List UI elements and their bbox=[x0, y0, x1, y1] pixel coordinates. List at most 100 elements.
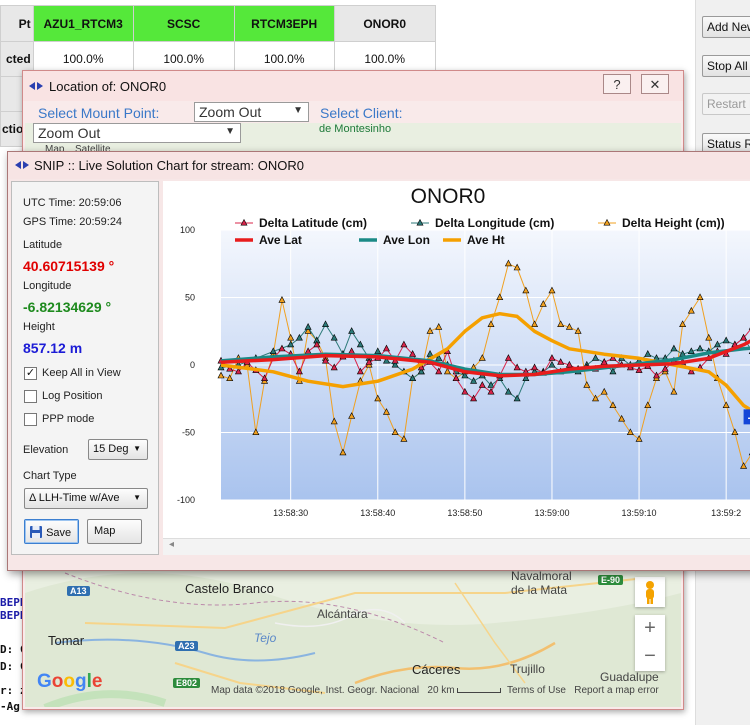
x-tick-label: 13:59:2 bbox=[711, 508, 741, 518]
ppp-mode-checkbox[interactable] bbox=[24, 413, 37, 426]
map-place-label: Cáceres bbox=[412, 662, 461, 677]
snip-logo-icon bbox=[15, 159, 31, 171]
select-client-label: Select Client: bbox=[320, 105, 403, 121]
legend-label: Ave Lon bbox=[383, 233, 430, 247]
keep-all-in-view-label: Keep All in View bbox=[42, 367, 121, 379]
legend-marker bbox=[603, 218, 611, 226]
x-tick-label: 13:58:30 bbox=[273, 508, 308, 518]
chart-horizontal-scrollbar[interactable]: ◂ bbox=[163, 538, 750, 555]
y-tick-label: 0 bbox=[190, 360, 195, 370]
elevation-select[interactable]: 15 Deg ▼ bbox=[88, 439, 148, 460]
add-new-button[interactable]: Add New bbox=[702, 16, 750, 38]
stop-all-button[interactable]: Stop All S bbox=[702, 55, 750, 77]
select-value: Δ LLH-Time w/Ave bbox=[29, 492, 120, 504]
map-place-label: Tomar bbox=[48, 633, 85, 648]
road-badge: A13 bbox=[67, 586, 90, 596]
select-value: 15 Deg bbox=[93, 443, 129, 455]
title-bar[interactable]: SNIP :: Live Solution Chart for stream: … bbox=[8, 152, 750, 179]
scale-bar-icon bbox=[457, 687, 502, 693]
longitude-value: -6.82134629 ° bbox=[23, 299, 112, 315]
y-tick-label: 100 bbox=[180, 225, 195, 235]
river-label: Tejo bbox=[254, 631, 277, 645]
solution-info-panel: UTC Time: 20:59:06 GPS Time: 20:59:24 La… bbox=[11, 181, 159, 555]
window-title: SNIP :: Live Solution Chart for stream: … bbox=[34, 158, 304, 173]
height-value: 857.12 m bbox=[23, 340, 83, 356]
save-button[interactable]: Save bbox=[24, 519, 79, 544]
terms-link[interactable]: Terms of Use bbox=[507, 685, 566, 696]
road-badge: E-90 bbox=[598, 575, 624, 585]
map-place-label: de Montesinho bbox=[319, 123, 392, 135]
y-tick-label: 50 bbox=[185, 293, 195, 303]
log-position-checkbox[interactable] bbox=[24, 390, 37, 403]
window-title: Location of: ONOR0 bbox=[49, 79, 167, 94]
select-value: Zoom Out bbox=[199, 104, 262, 120]
x-tick-label: 13:59:00 bbox=[534, 508, 569, 518]
floppy-disk-icon bbox=[30, 526, 42, 538]
legend-marker bbox=[240, 218, 248, 226]
dropdown-arrow-icon: ▼ bbox=[225, 126, 235, 137]
map-scale-label: 20 km bbox=[427, 685, 455, 696]
map-place-label: Castelo Branco bbox=[185, 581, 274, 596]
utc-time: UTC Time: 20:59:06 bbox=[23, 197, 122, 209]
help-button[interactable]: ? bbox=[603, 74, 631, 94]
snip-logo-icon bbox=[29, 80, 45, 92]
map-attribution-bar: Map data ©2018 Google, Inst. Geogr. Naci… bbox=[211, 685, 659, 696]
latitude-label: Latitude bbox=[23, 239, 63, 251]
ppp-mode-label: PPP mode bbox=[42, 413, 95, 425]
zoom-in-button[interactable]: + bbox=[635, 615, 665, 643]
zoom-out-button[interactable]: − bbox=[635, 643, 665, 671]
legend-label: Delta Height (cm)) bbox=[622, 216, 725, 230]
title-bar[interactable]: Location of: ONOR0 ? ✕ bbox=[23, 71, 683, 101]
map-zoom-control: + − bbox=[635, 615, 665, 671]
google-logo: Google bbox=[37, 671, 103, 692]
dropdown-arrow-icon: ▼ bbox=[133, 444, 141, 453]
map-button[interactable]: Map bbox=[87, 519, 142, 544]
save-button-label: Save bbox=[46, 527, 72, 539]
x-tick-label: 13:58:50 bbox=[447, 508, 482, 518]
latitude-value: 40.60715139 ° bbox=[23, 258, 115, 274]
close-button[interactable]: ✕ bbox=[641, 74, 669, 94]
keep-all-in-view-checkbox[interactable]: ✓ bbox=[24, 367, 37, 380]
table-header[interactable]: SCSC bbox=[132, 5, 235, 42]
log-line: -Ag bbox=[0, 700, 20, 713]
y-tick-label: -100 bbox=[177, 495, 195, 505]
legend-label: Delta Latitude (cm) bbox=[259, 216, 367, 230]
street-view-pegman-icon[interactable] bbox=[635, 577, 665, 607]
chart-svg: 100 50 0 -50 -100 13:58:30 13:58:40 13:58:50 13:… bbox=[177, 185, 750, 518]
longitude-label: Longitude bbox=[23, 280, 72, 292]
table-header[interactable]: ONOR0 bbox=[333, 5, 436, 42]
dropdown-arrow-icon: ▼ bbox=[133, 493, 141, 502]
elevation-label: Elevation bbox=[23, 444, 69, 456]
map-attribution: Map data ©2018 Google, Inst. Geogr. Naci… bbox=[211, 685, 420, 696]
gps-time: GPS Time: 20:59:24 bbox=[23, 216, 123, 228]
x-tick-label: 13:59:10 bbox=[622, 508, 657, 518]
report-error-link[interactable]: Report a map error bbox=[574, 685, 658, 696]
map-place-label: Guadalupe bbox=[600, 670, 659, 684]
dropdown-arrow-icon: ▼ bbox=[293, 105, 303, 116]
checkmark-icon: ✓ bbox=[25, 367, 36, 379]
map-place-label: Alcántara bbox=[317, 607, 368, 621]
live-solution-chart[interactable]: 100 50 0 -50 -100 13:58:30 13:58:40 13:58:50 13:… bbox=[163, 181, 750, 555]
chart-type-label: Chart Type bbox=[23, 470, 77, 482]
select-mount-point-label: Select Mount Point: bbox=[38, 105, 160, 121]
map-place-label: Trujillo bbox=[510, 662, 545, 676]
legend-marker bbox=[416, 218, 424, 226]
client-zoom-select[interactable]: Zoom Out ▼ bbox=[33, 123, 241, 143]
live-solution-chart-window: SNIP :: Live Solution Chart for stream: … bbox=[7, 151, 750, 571]
chart-title: ONOR0 bbox=[411, 185, 486, 208]
legend-label: Delta Longitude (cm) bbox=[435, 216, 554, 230]
road-badge: A23 bbox=[175, 641, 198, 651]
height-label: Height bbox=[23, 321, 55, 333]
road-badge: E802 bbox=[173, 678, 201, 688]
legend-label: Ave Ht bbox=[467, 233, 505, 247]
table-header[interactable]: RTCM3EPH bbox=[233, 5, 335, 42]
select-value: Zoom Out bbox=[38, 125, 101, 141]
x-tick-label: 13:58:40 bbox=[360, 508, 395, 518]
chart-type-select[interactable]: Δ LLH-Time w/Ave ▼ bbox=[24, 488, 148, 509]
mount-point-zoom-select[interactable]: Zoom Out ▼ bbox=[194, 102, 309, 122]
restart-button[interactable]: Restart Pe bbox=[702, 93, 750, 115]
y-tick-label: -50 bbox=[182, 428, 195, 438]
table-header[interactable]: AZU1_RTCM3 bbox=[32, 5, 134, 42]
legend-label: Ave Lat bbox=[259, 233, 302, 247]
map-place-label: Navalmoral de la Mata bbox=[511, 569, 572, 597]
